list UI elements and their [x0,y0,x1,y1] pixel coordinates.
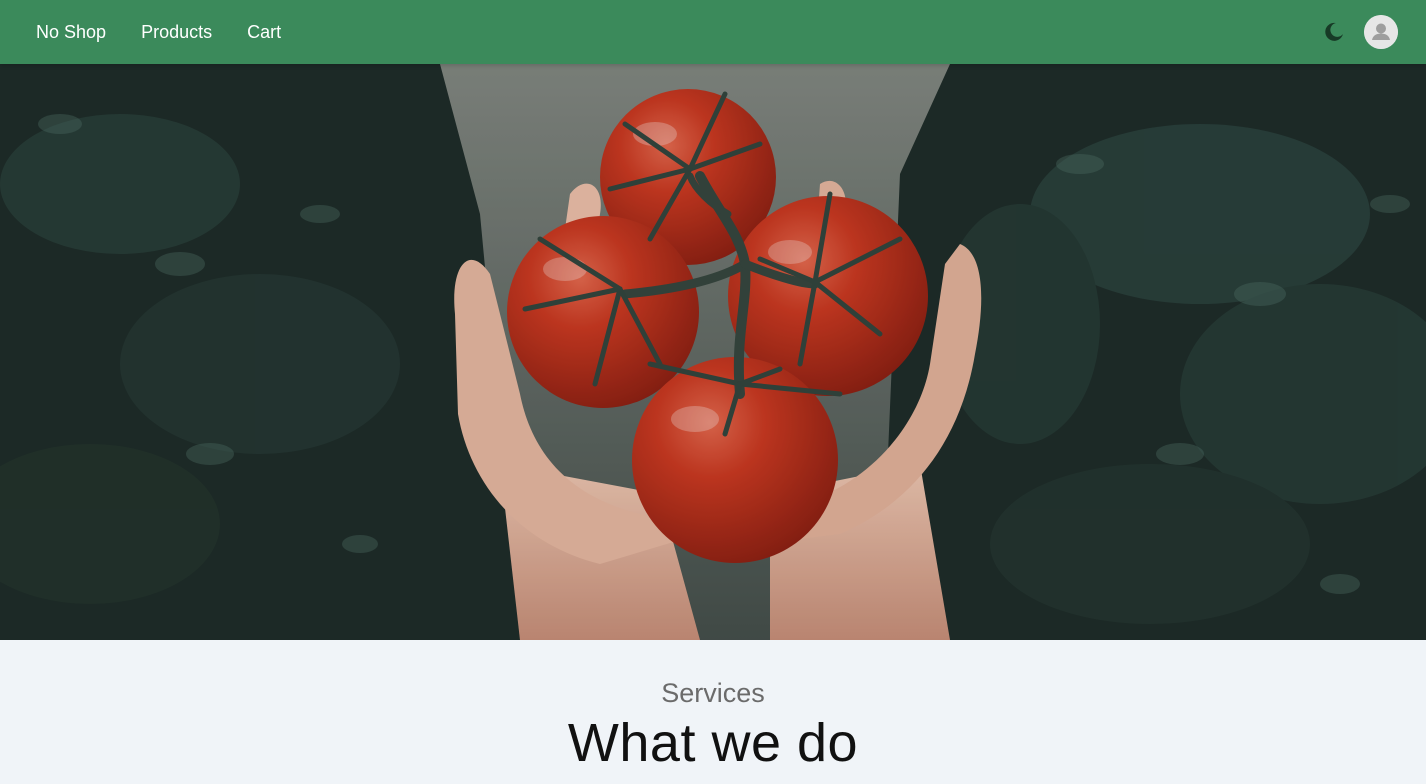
user-avatar-icon [1364,15,1398,49]
top-navbar: No Shop Products Cart [0,0,1426,64]
user-avatar-button[interactable] [1364,15,1398,49]
services-section: Services What we do [0,640,1426,784]
theme-toggle-button[interactable] [1320,18,1348,46]
hero-banner [0,64,1426,640]
services-eyebrow: Services [661,678,765,708]
nav-link-home[interactable]: No Shop [36,0,106,64]
nav-link-products[interactable]: Products [141,0,212,64]
nav-links: No Shop Products Cart [0,0,316,64]
nav-link-cart[interactable]: Cart [247,0,281,64]
hands-holding-tomatoes-image [0,64,1426,640]
nav-actions [1320,0,1398,64]
services-heading: What we do [567,713,859,773]
moon-icon [1325,22,1343,41]
